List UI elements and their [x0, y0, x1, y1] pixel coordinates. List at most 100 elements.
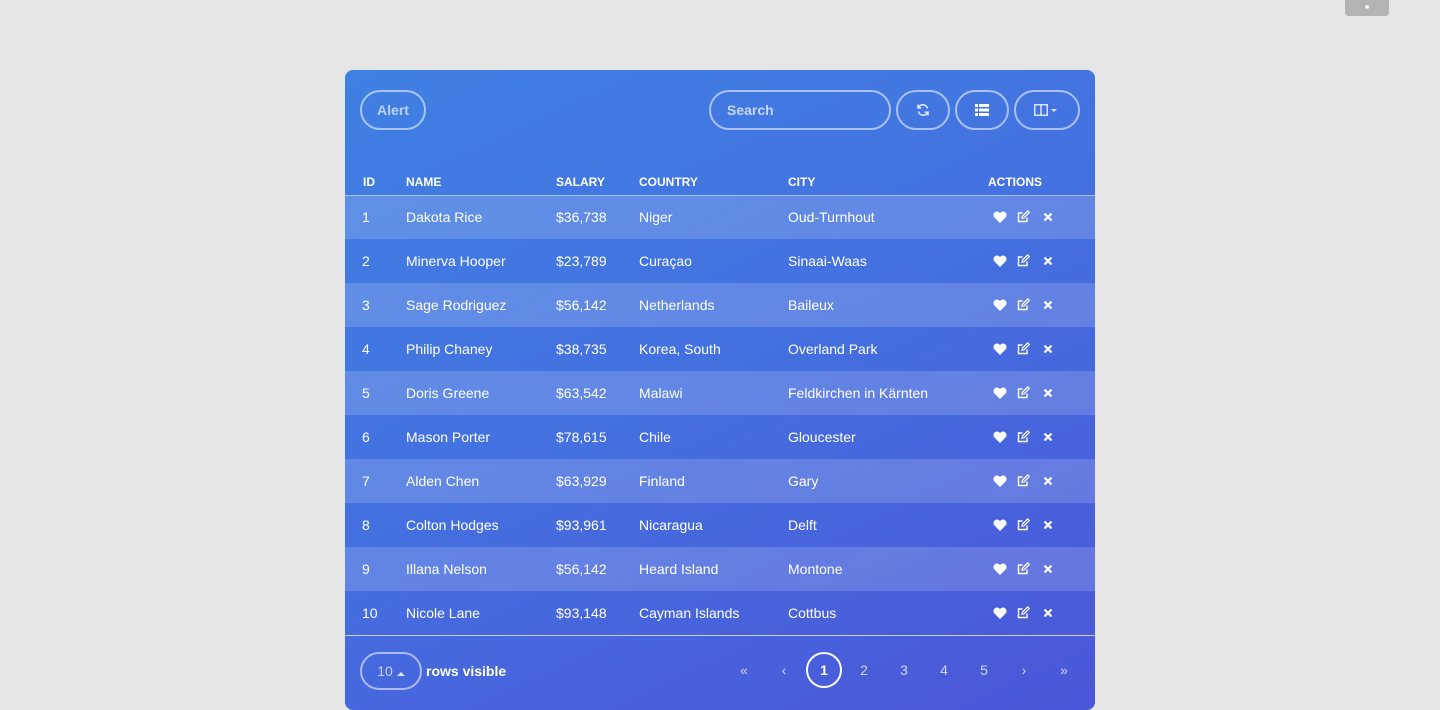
table-body: 1 Dakota Rice $36,738 Niger Oud-Turnhout 2 Min… [345, 195, 1095, 635]
search-box[interactable] [709, 90, 891, 130]
cell-country: Niger [639, 209, 673, 225]
heart-icon[interactable] [992, 297, 1007, 312]
page-button-3[interactable]: 3 [886, 652, 922, 688]
page-button-1[interactable]: 1 [806, 652, 842, 688]
heart-icon[interactable] [992, 253, 1007, 268]
columns-dropdown-button[interactable] [1014, 90, 1080, 130]
heart-icon[interactable] [992, 517, 1007, 532]
pagination: « ‹ 1 2 3 4 5 › » [345, 636, 1095, 710]
table-row: 8 Colton Hodges $93,961 Nicaragua Delft [345, 503, 1095, 547]
edit-icon[interactable] [1016, 385, 1031, 400]
heart-icon[interactable] [992, 605, 1007, 620]
cell-city: Feldkirchen in Kärnten [788, 385, 929, 401]
edit-icon[interactable] [1016, 297, 1031, 312]
remove-icon[interactable] [1040, 253, 1055, 268]
cell-name: Mason Porter [406, 429, 491, 445]
cell-salary: $93,961 [556, 517, 607, 533]
edit-icon[interactable] [1016, 341, 1031, 356]
table-row: 5 Doris Greene $63,542 Malawi Feldkirchen in… [345, 371, 1095, 415]
heart-icon[interactable] [992, 341, 1007, 356]
header-city[interactable]: CITY [788, 175, 815, 189]
row-actions [992, 561, 1055, 576]
remove-icon[interactable] [1040, 209, 1055, 224]
cell-id: 3 [362, 297, 370, 313]
heart-icon[interactable] [992, 385, 1007, 400]
list-icon [975, 104, 989, 116]
table-header: ID NAME SALARY COUNTRY CITY ACTIONS [345, 167, 1095, 196]
cell-name: Philip Chaney [406, 341, 493, 357]
settings-corner-button[interactable]: ▪ [1345, 0, 1389, 16]
page-button-5[interactable]: 5 [966, 652, 1002, 688]
cell-id: 2 [362, 253, 370, 269]
page-prev-button[interactable]: ‹ [766, 652, 802, 688]
cell-country: Chile [639, 429, 671, 445]
cell-city: Montone [788, 561, 843, 577]
header-country[interactable]: COUNTRY [639, 175, 698, 189]
edit-icon[interactable] [1016, 473, 1031, 488]
edit-icon[interactable] [1016, 605, 1031, 620]
remove-icon[interactable] [1040, 385, 1055, 400]
cell-city: Oud-Turnhout [788, 209, 875, 225]
cell-city: Sinaai-Waas [788, 253, 867, 269]
cell-salary: $93,148 [556, 605, 607, 621]
remove-icon[interactable] [1040, 429, 1055, 444]
heart-icon[interactable] [992, 473, 1007, 488]
cell-city: Delft [788, 517, 817, 533]
cell-city: Cottbus [788, 605, 837, 621]
edit-icon[interactable] [1016, 209, 1031, 224]
edit-icon[interactable] [1016, 429, 1031, 444]
cell-name: Doris Greene [406, 385, 490, 401]
page-last-button[interactable]: » [1046, 652, 1082, 688]
row-actions [992, 341, 1055, 356]
header-salary[interactable]: SALARY [556, 175, 605, 189]
cell-city: Gloucester [788, 429, 856, 445]
heart-icon[interactable] [992, 561, 1007, 576]
table-row: 7 Alden Chen $63,929 Finland Gary [345, 459, 1095, 503]
header-name[interactable]: NAME [406, 175, 441, 189]
cell-salary: $36,738 [556, 209, 607, 225]
cell-salary: $56,142 [556, 561, 607, 577]
page-button-4[interactable]: 4 [926, 652, 962, 688]
cell-name: Minerva Hooper [406, 253, 506, 269]
cell-id: 10 [362, 605, 378, 621]
cell-salary: $78,615 [556, 429, 607, 445]
row-actions [992, 297, 1055, 312]
alert-button[interactable]: Alert [360, 90, 426, 130]
columns-icon [1034, 104, 1060, 116]
cell-name: Alden Chen [406, 473, 480, 489]
edit-icon[interactable] [1016, 253, 1031, 268]
row-actions [992, 517, 1055, 532]
cell-id: 7 [362, 473, 370, 489]
cell-salary: $63,929 [556, 473, 607, 489]
cell-name: Sage Rodriguez [406, 297, 507, 313]
remove-icon[interactable] [1040, 297, 1055, 312]
cell-country: Cayman Islands [639, 605, 740, 621]
remove-icon[interactable] [1040, 341, 1055, 356]
refresh-icon [916, 103, 930, 117]
cell-country: Netherlands [639, 297, 715, 313]
remove-icon[interactable] [1040, 473, 1055, 488]
heart-icon[interactable] [992, 429, 1007, 444]
cell-country: Curaçao [639, 253, 692, 269]
heart-icon[interactable] [992, 209, 1007, 224]
cell-id: 6 [362, 429, 370, 445]
cell-country: Korea, South [639, 341, 721, 357]
edit-icon[interactable] [1016, 561, 1031, 576]
refresh-button[interactable] [896, 90, 950, 130]
cell-name: Colton Hodges [406, 517, 499, 533]
remove-icon[interactable] [1040, 561, 1055, 576]
cell-salary: $63,542 [556, 385, 607, 401]
list-view-button[interactable] [955, 90, 1009, 130]
header-id[interactable]: ID [363, 175, 375, 189]
remove-icon[interactable] [1040, 605, 1055, 620]
page-button-2[interactable]: 2 [846, 652, 882, 688]
search-input[interactable] [727, 102, 877, 118]
page-first-button[interactable]: « [726, 652, 762, 688]
page-next-button[interactable]: › [1006, 652, 1042, 688]
cell-salary: $56,142 [556, 297, 607, 313]
remove-icon[interactable] [1040, 517, 1055, 532]
cell-id: 8 [362, 517, 370, 533]
edit-icon[interactable] [1016, 517, 1031, 532]
cell-city: Baileux [788, 297, 834, 313]
row-actions [992, 429, 1055, 444]
